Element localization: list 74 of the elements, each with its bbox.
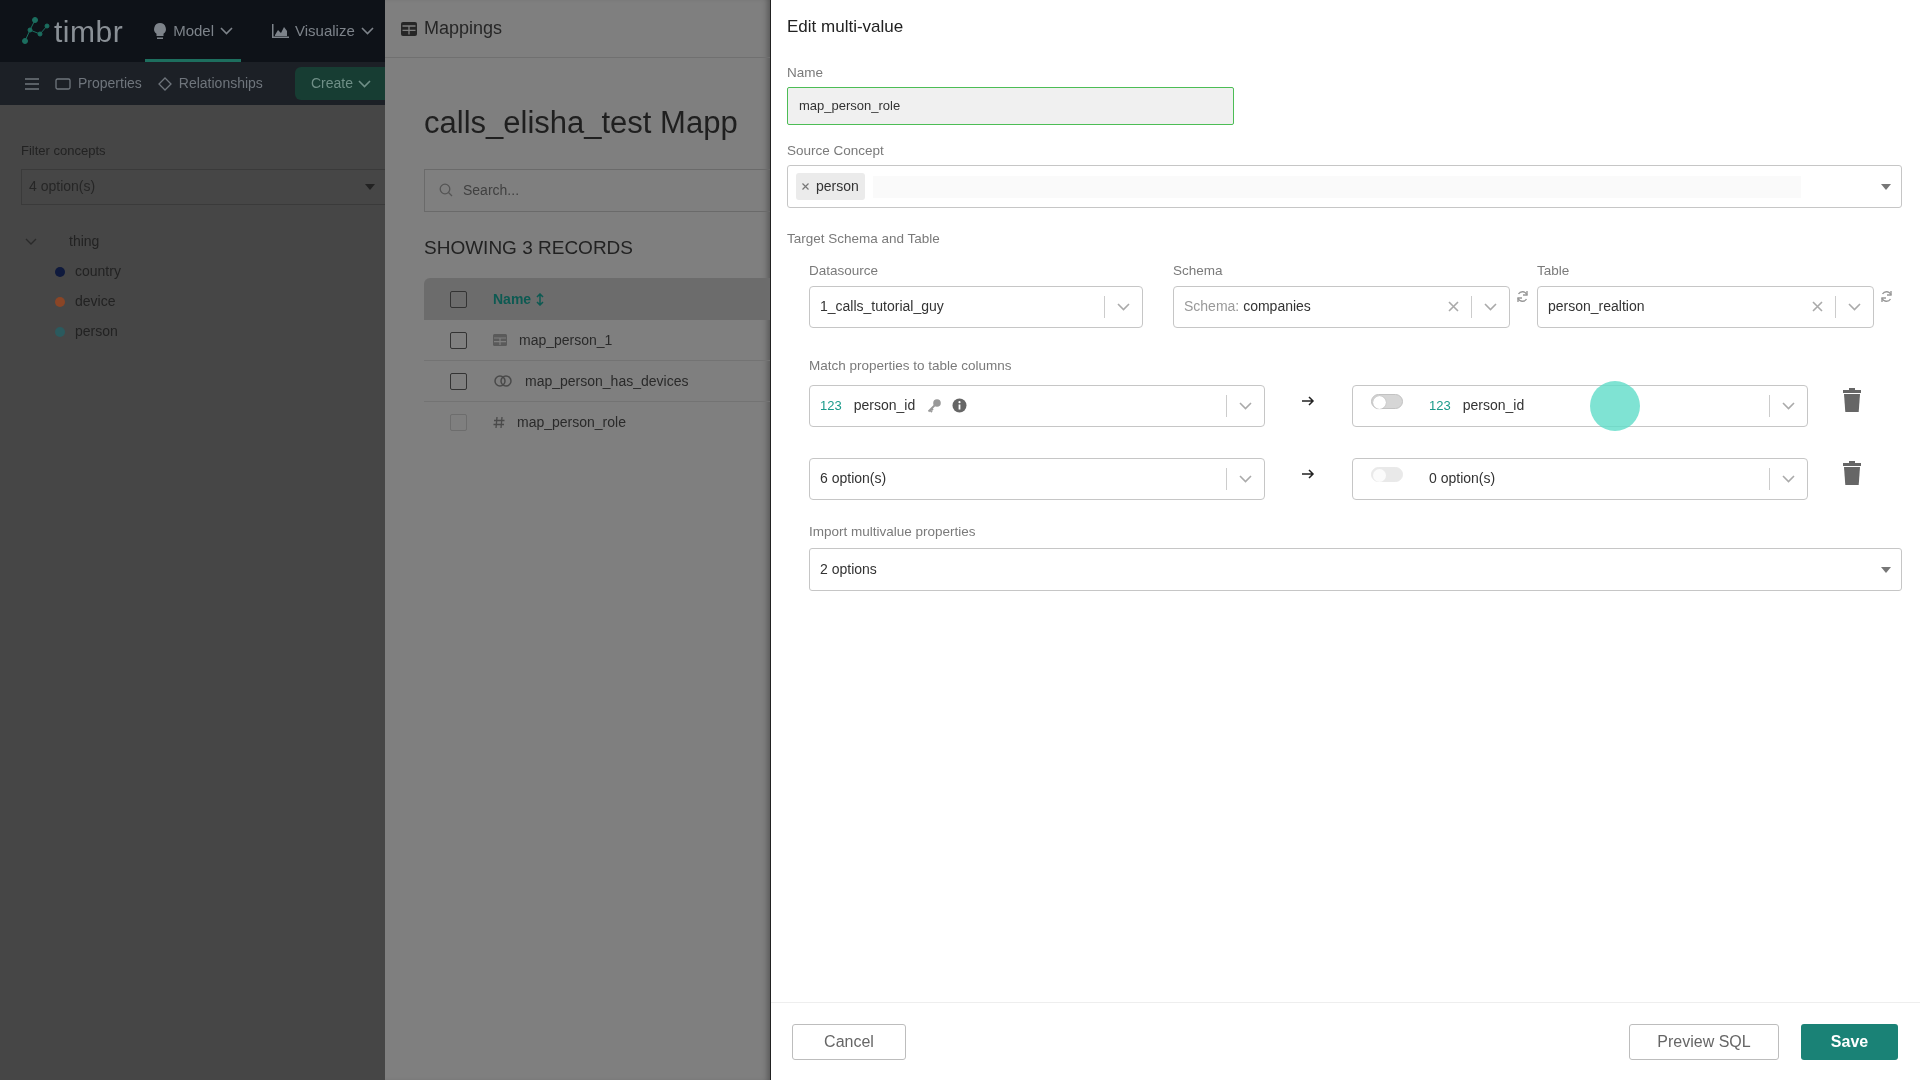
chevron-down-icon[interactable] xyxy=(1782,401,1795,410)
chevron-down-icon[interactable] xyxy=(1239,474,1252,483)
search-field[interactable]: Search... xyxy=(424,168,770,212)
section-label: Match properties to table columns xyxy=(809,356,1013,375)
chevron-down-icon[interactable] xyxy=(360,27,374,35)
info-icon[interactable] xyxy=(952,398,968,414)
chevron-down-icon[interactable] xyxy=(358,79,371,88)
dropdown-caret-icon[interactable] xyxy=(1881,566,1891,573)
panel-title: Mappings xyxy=(424,17,503,40)
table-icon xyxy=(401,21,417,36)
field-label: Table xyxy=(1537,262,1571,281)
lightbulb-icon xyxy=(153,22,168,40)
menu-icon[interactable] xyxy=(25,77,39,90)
hash-icon xyxy=(493,416,505,429)
toolbar-item[interactable]: Properties xyxy=(55,73,142,94)
page-title: calls_elisha_test Mapp xyxy=(424,104,739,142)
mapping-name[interactable]: map_person_1 xyxy=(519,329,613,351)
chevron-down-icon[interactable] xyxy=(1117,302,1130,311)
chevron-down-icon[interactable] xyxy=(1239,401,1252,410)
chart-icon xyxy=(271,23,290,39)
trash-icon[interactable] xyxy=(1842,460,1862,485)
property-select[interactable]: 123 person_id xyxy=(809,384,1265,427)
checkbox[interactable] xyxy=(450,331,467,349)
diamond-icon xyxy=(157,76,172,91)
arrow-right-icon xyxy=(1302,468,1315,479)
nav-menu[interactable]: Visualize xyxy=(263,0,382,62)
section-label: Import multivalue properties xyxy=(809,522,977,541)
chevron-down-icon[interactable] xyxy=(220,27,234,35)
click-indicator xyxy=(1590,380,1640,431)
table-select[interactable]: person_realtion xyxy=(1537,285,1874,328)
table-icon xyxy=(493,334,507,346)
save-button[interactable]: Save xyxy=(1801,1023,1898,1060)
refresh-icon[interactable] xyxy=(1516,289,1529,303)
search-input[interactable]: Search... xyxy=(461,178,761,202)
field-label: Schema xyxy=(1173,262,1224,281)
toolbar-item[interactable]: Relationships xyxy=(157,73,263,94)
create-button[interactable]: Create xyxy=(294,67,385,100)
search-icon xyxy=(439,183,453,197)
schema-select[interactable]: Schema: companies xyxy=(1173,285,1510,328)
records-count: SHOWING 3 RECORDS xyxy=(424,235,635,260)
cancel-button[interactable]: Cancel xyxy=(792,1023,906,1060)
checkbox[interactable] xyxy=(450,372,467,390)
name-field[interactable]: map_person_role xyxy=(787,86,1234,125)
field-label: Datasource xyxy=(809,262,880,281)
rings-icon xyxy=(493,373,513,389)
toggle-switch[interactable] xyxy=(1371,394,1403,410)
property-select[interactable]: 6 option(s) xyxy=(809,457,1265,500)
logo-icon xyxy=(20,16,50,46)
column-select[interactable]: 0 option(s) xyxy=(1352,457,1808,500)
clear-icon[interactable] xyxy=(1448,301,1459,312)
logo-text: timbr xyxy=(54,13,124,50)
chevron-down-icon[interactable] xyxy=(1782,474,1795,483)
sort-icon[interactable] xyxy=(536,293,545,307)
tag[interactable]: person xyxy=(796,173,865,200)
arrow-right-icon xyxy=(1302,395,1315,406)
chevron-down-icon[interactable] xyxy=(1484,302,1497,311)
mapping-name[interactable]: map_person_has_devices xyxy=(525,370,689,392)
checkbox[interactable] xyxy=(450,290,467,308)
source-concept-select[interactable]: person xyxy=(787,165,1902,208)
clear-icon[interactable] xyxy=(1812,301,1823,312)
field-label: Name xyxy=(787,63,824,82)
field-label: Source Concept xyxy=(787,141,885,160)
datasource-select[interactable]: 1_calls_tutorial_guy xyxy=(809,285,1143,328)
rectangle-icon xyxy=(55,77,71,90)
dialog-title: Edit multi-value xyxy=(787,16,905,38)
chevron-down-icon[interactable] xyxy=(1848,302,1861,311)
trash-icon[interactable] xyxy=(1842,387,1862,412)
dropdown-caret-icon[interactable] xyxy=(1881,183,1891,190)
section-label: Target Schema and Table xyxy=(787,230,941,248)
refresh-icon[interactable] xyxy=(1880,289,1893,303)
remove-icon[interactable] xyxy=(802,183,809,190)
column-select[interactable]: 123 person_id xyxy=(1352,384,1808,427)
import-select[interactable]: 2 options xyxy=(809,548,1902,591)
preview-sql-button[interactable]: Preview SQL xyxy=(1629,1023,1779,1060)
